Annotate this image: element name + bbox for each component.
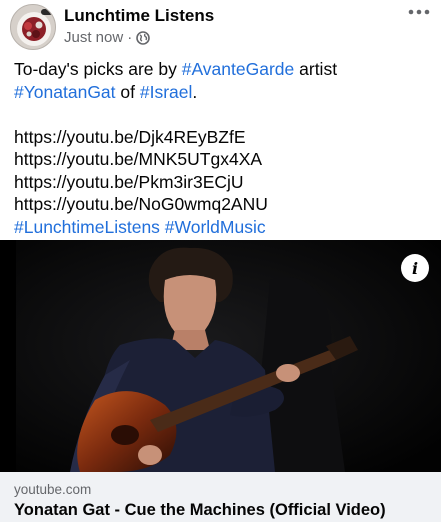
hashtag-israel[interactable]: #Israel [140,82,193,102]
youtube-link[interactable]: https://youtu.be/NoG0wmq2ANU [14,193,429,216]
globe-icon[interactable] [136,30,151,45]
link-domain: youtube.com [14,482,92,497]
post-text-line: #LunchtimeListens #WorldMusic [14,216,429,239]
link-title[interactable]: Yonatan Gat - Cue the Machines (Official… [14,501,386,520]
video-frame-image [0,240,441,472]
page-name[interactable]: Lunchtime Listens [64,6,214,26]
post-header: Lunchtime Listens Just now · [0,0,441,58]
post-meta: Just now · [64,29,151,46]
more-options-button[interactable] [407,4,431,20]
info-icon: i [411,258,419,278]
meta-separator: · [127,29,133,46]
hashtag-avantegarde[interactable]: #AvanteGarde [182,59,295,79]
hashtag-worldmusic[interactable]: #WorldMusic [165,217,266,237]
post-timestamp[interactable]: Just now [64,29,123,46]
avatar-image [11,5,55,49]
post-text-line: To-day's picks are by #AvanteGarde artis… [14,59,338,79]
post-text-line: #YonatanGat of #Israel. [14,81,198,102]
hashtag-lunchtimelistens[interactable]: #LunchtimeListens [14,217,160,237]
hashtag-yonatangat[interactable]: #YonatanGat [14,82,116,102]
youtube-link[interactable]: https://youtu.be/Djk4REyBZfE [14,126,429,149]
avatar[interactable] [10,4,56,50]
link-preview-card[interactable]: youtube.com Yonatan Gat - Cue the Machin… [0,472,441,522]
info-button[interactable]: i [401,254,429,282]
more-horizontal-icon [408,9,430,15]
post-text: To-day's picks are by #AvanteGarde artis… [14,58,429,238]
youtube-link[interactable]: https://youtu.be/MNK5UTgx4XA [14,148,429,171]
youtube-link[interactable]: https://youtu.be/Pkm3ir3ECjU [14,171,429,194]
video-thumbnail[interactable]: i [0,240,441,472]
